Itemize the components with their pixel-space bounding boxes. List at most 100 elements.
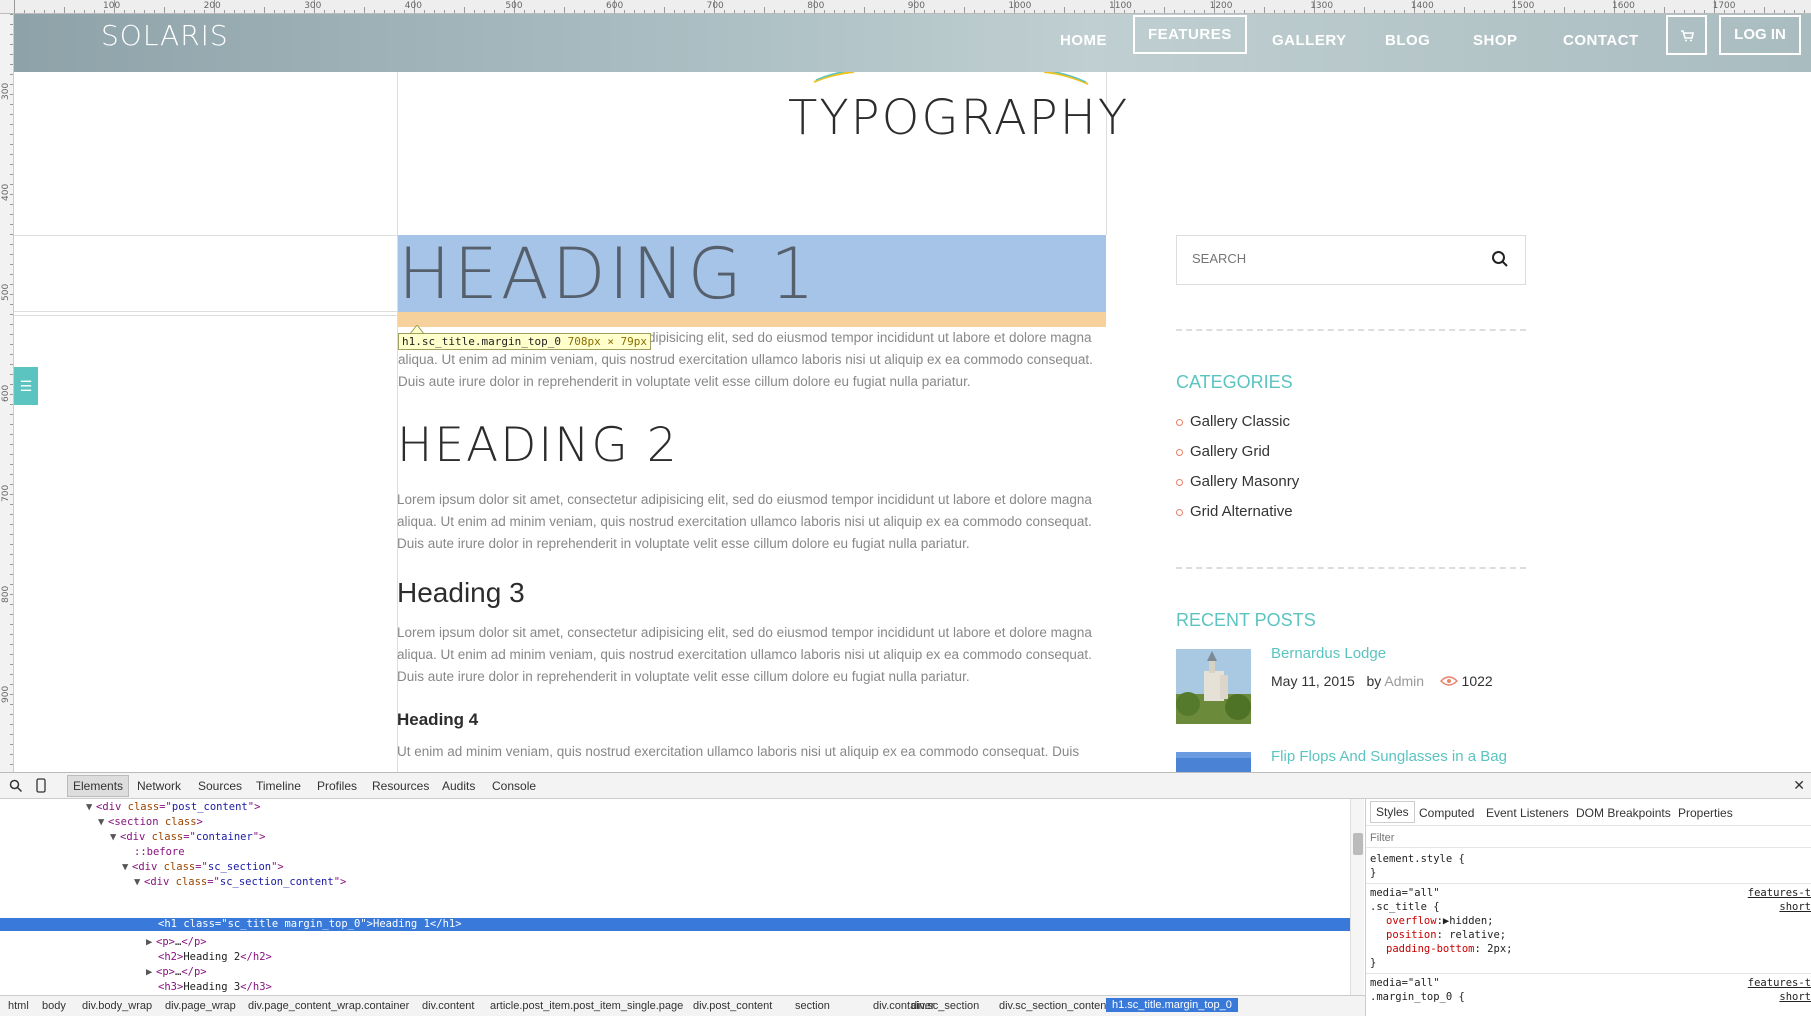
tree-node[interactable]: <h2>Heading 2</h2>: [158, 950, 272, 965]
breadcrumb-item[interactable]: div.sc_section_content: [999, 1000, 1109, 1012]
post-author[interactable]: Admin: [1384, 673, 1424, 689]
dom-tree-scrollbar[interactable]: [1350, 799, 1364, 995]
ruler-label: 1000: [1008, 1, 1032, 11]
category-item[interactable]: Gallery Grid: [1176, 443, 1270, 460]
ruler-top: 100 200 300 400 500 600 700 800 900 1000 1100 1200 1…: [0, 0, 1811, 14]
breadcrumb-item[interactable]: div.content: [422, 1000, 474, 1012]
divider: [1176, 567, 1526, 569]
breadcrumb-item[interactable]: article.post_item.post_item_single.page: [490, 1000, 683, 1012]
ruler-label: 800: [1, 585, 11, 603]
scrollbar-thumb[interactable]: [1353, 833, 1363, 855]
css-property[interactable]: overflow:▶hidden;: [1386, 915, 1494, 927]
ruler-label: 1300: [1310, 1, 1334, 11]
tab-event-listeners[interactable]: Event Listeners: [1486, 806, 1569, 820]
tree-node[interactable]: ▶ <p>…</p>: [146, 965, 207, 980]
breadcrumb-item[interactable]: html: [8, 1000, 29, 1012]
style-source-link[interactable]: features-t: [1748, 887, 1811, 899]
css-property[interactable]: position: relative;: [1386, 929, 1506, 941]
tree-node[interactable]: ▶ <p>…</p>: [146, 935, 207, 950]
post-thumbnail[interactable]: [1176, 649, 1251, 724]
cart-button[interactable]: [1666, 15, 1707, 55]
rule-selector[interactable]: .sc_title {: [1370, 901, 1440, 913]
tree-node[interactable]: <h3>Heading 3</h3>: [158, 980, 272, 995]
rule-selector[interactable]: .margin_top_0 {: [1370, 991, 1465, 1003]
breadcrumb-item[interactable]: div.page_wrap: [165, 1000, 236, 1012]
tree-node-selected[interactable]: <h1 class="sc_title margin_top_0">Headin…: [0, 918, 1350, 931]
tab-properties[interactable]: Properties: [1678, 806, 1733, 820]
ruler-label: 600: [1, 384, 11, 402]
tree-node[interactable]: ▼ <div class="sc_section">: [122, 860, 284, 875]
tab-computed[interactable]: Computed: [1419, 806, 1474, 820]
bullet-icon: [1176, 508, 1183, 516]
breadcrumb-item[interactable]: div.post_content: [693, 1000, 772, 1012]
close-icon[interactable]: ✕: [1793, 777, 1805, 794]
login-button[interactable]: LOG IN: [1719, 15, 1801, 55]
tab-profiles[interactable]: Profiles: [317, 779, 357, 793]
settings-tab[interactable]: ☰: [14, 367, 38, 405]
search-icon[interactable]: [1491, 250, 1509, 268]
rule-close: }: [1370, 957, 1377, 969]
post-views: 1022: [1461, 673, 1493, 689]
breadcrumb-item[interactable]: section: [795, 1000, 830, 1012]
breadcrumb-item[interactable]: div.page_content_wrap.container: [248, 1000, 409, 1012]
tree-node[interactable]: ▼ <div class="container">: [110, 830, 265, 845]
tree-node[interactable]: ▼ <div class="post_content">: [86, 800, 260, 815]
tab-dom-breakpoints[interactable]: DOM Breakpoints: [1576, 806, 1671, 820]
style-source-link[interactable]: short: [1779, 991, 1811, 1003]
inspect-icon[interactable]: [9, 779, 23, 793]
breadcrumb-item[interactable]: div.body_wrap: [82, 1000, 152, 1012]
css-property[interactable]: padding-bottom: 2px;: [1386, 943, 1512, 955]
tab-styles[interactable]: Styles: [1370, 801, 1415, 823]
post-title[interactable]: Flip Flops And Sunglasses in a Bag: [1271, 748, 1507, 765]
tab-elements[interactable]: Elements: [67, 775, 130, 797]
post-title[interactable]: Bernardus Lodge: [1271, 645, 1386, 662]
category-item[interactable]: Gallery Masonry: [1176, 473, 1299, 490]
tree-node[interactable]: ▼ <div class="sc_section_content">: [134, 875, 346, 890]
ruler-label: 100: [103, 1, 121, 11]
expand-triangle-icon: ▼: [134, 876, 141, 888]
ruler-label: 600: [606, 1, 624, 11]
tab-resources[interactable]: Resources: [372, 779, 429, 793]
ruler-label: 500: [505, 1, 523, 11]
site-logo[interactable]: SOLARIS: [101, 19, 229, 52]
media-label: media="all": [1370, 977, 1440, 989]
tree-node[interactable]: ::before: [134, 845, 185, 860]
category-item[interactable]: Grid Alternative: [1176, 503, 1293, 520]
nav-home[interactable]: HOME: [1060, 32, 1107, 49]
ruler-label: 900: [907, 1, 925, 11]
title-swoosh-icon: [813, 70, 1089, 85]
tab-sources[interactable]: Sources: [198, 779, 242, 793]
expand-triangle-icon: ▼: [98, 816, 105, 828]
ruler-label: 1700: [1712, 1, 1736, 11]
nav-gallery[interactable]: GALLERY: [1272, 32, 1347, 49]
element-style-rule[interactable]: element.style {: [1370, 853, 1465, 865]
tree-node[interactable]: ▼ <section class>: [98, 815, 203, 830]
tab-console[interactable]: Console: [492, 779, 536, 793]
sky-thumbnail-icon: [1176, 752, 1251, 772]
breadcrumb-item[interactable]: body: [42, 1000, 66, 1012]
heading-1: HEADING 1: [398, 233, 818, 315]
breadcrumb-item[interactable]: h1.sc_title.margin_top_0: [1106, 998, 1238, 1012]
post-thumbnail[interactable]: [1176, 752, 1251, 772]
breadcrumb-item[interactable]: div.sc_section: [911, 1000, 979, 1012]
style-source-link[interactable]: short: [1779, 901, 1811, 913]
nav-contact[interactable]: CONTACT: [1563, 32, 1639, 49]
device-mode-icon[interactable]: [36, 778, 46, 793]
ruler-label: 300: [1, 82, 11, 100]
ruler-label: 400: [1, 183, 11, 201]
style-source-link[interactable]: features-t: [1748, 977, 1811, 989]
tab-audits[interactable]: Audits: [442, 779, 475, 793]
expand-triangle-icon: ▶: [146, 936, 153, 948]
divider: [1176, 329, 1526, 331]
nav-blog[interactable]: BLOG: [1385, 32, 1430, 49]
nav-features[interactable]: FEATURES: [1133, 15, 1247, 54]
category-item[interactable]: Gallery Classic: [1176, 413, 1290, 430]
tab-timeline[interactable]: Timeline: [256, 779, 301, 793]
tab-network[interactable]: Network: [137, 779, 181, 793]
page-title: TYPOGRAPHY: [788, 90, 1130, 146]
styles-filter-input[interactable]: [1370, 832, 1670, 844]
nav-shop[interactable]: SHOP: [1473, 32, 1518, 49]
styles-pane: Styles Computed Event Listeners DOM Brea…: [1365, 799, 1811, 1016]
search-input[interactable]: [1192, 251, 1452, 266]
bullet-icon: [1176, 448, 1183, 456]
